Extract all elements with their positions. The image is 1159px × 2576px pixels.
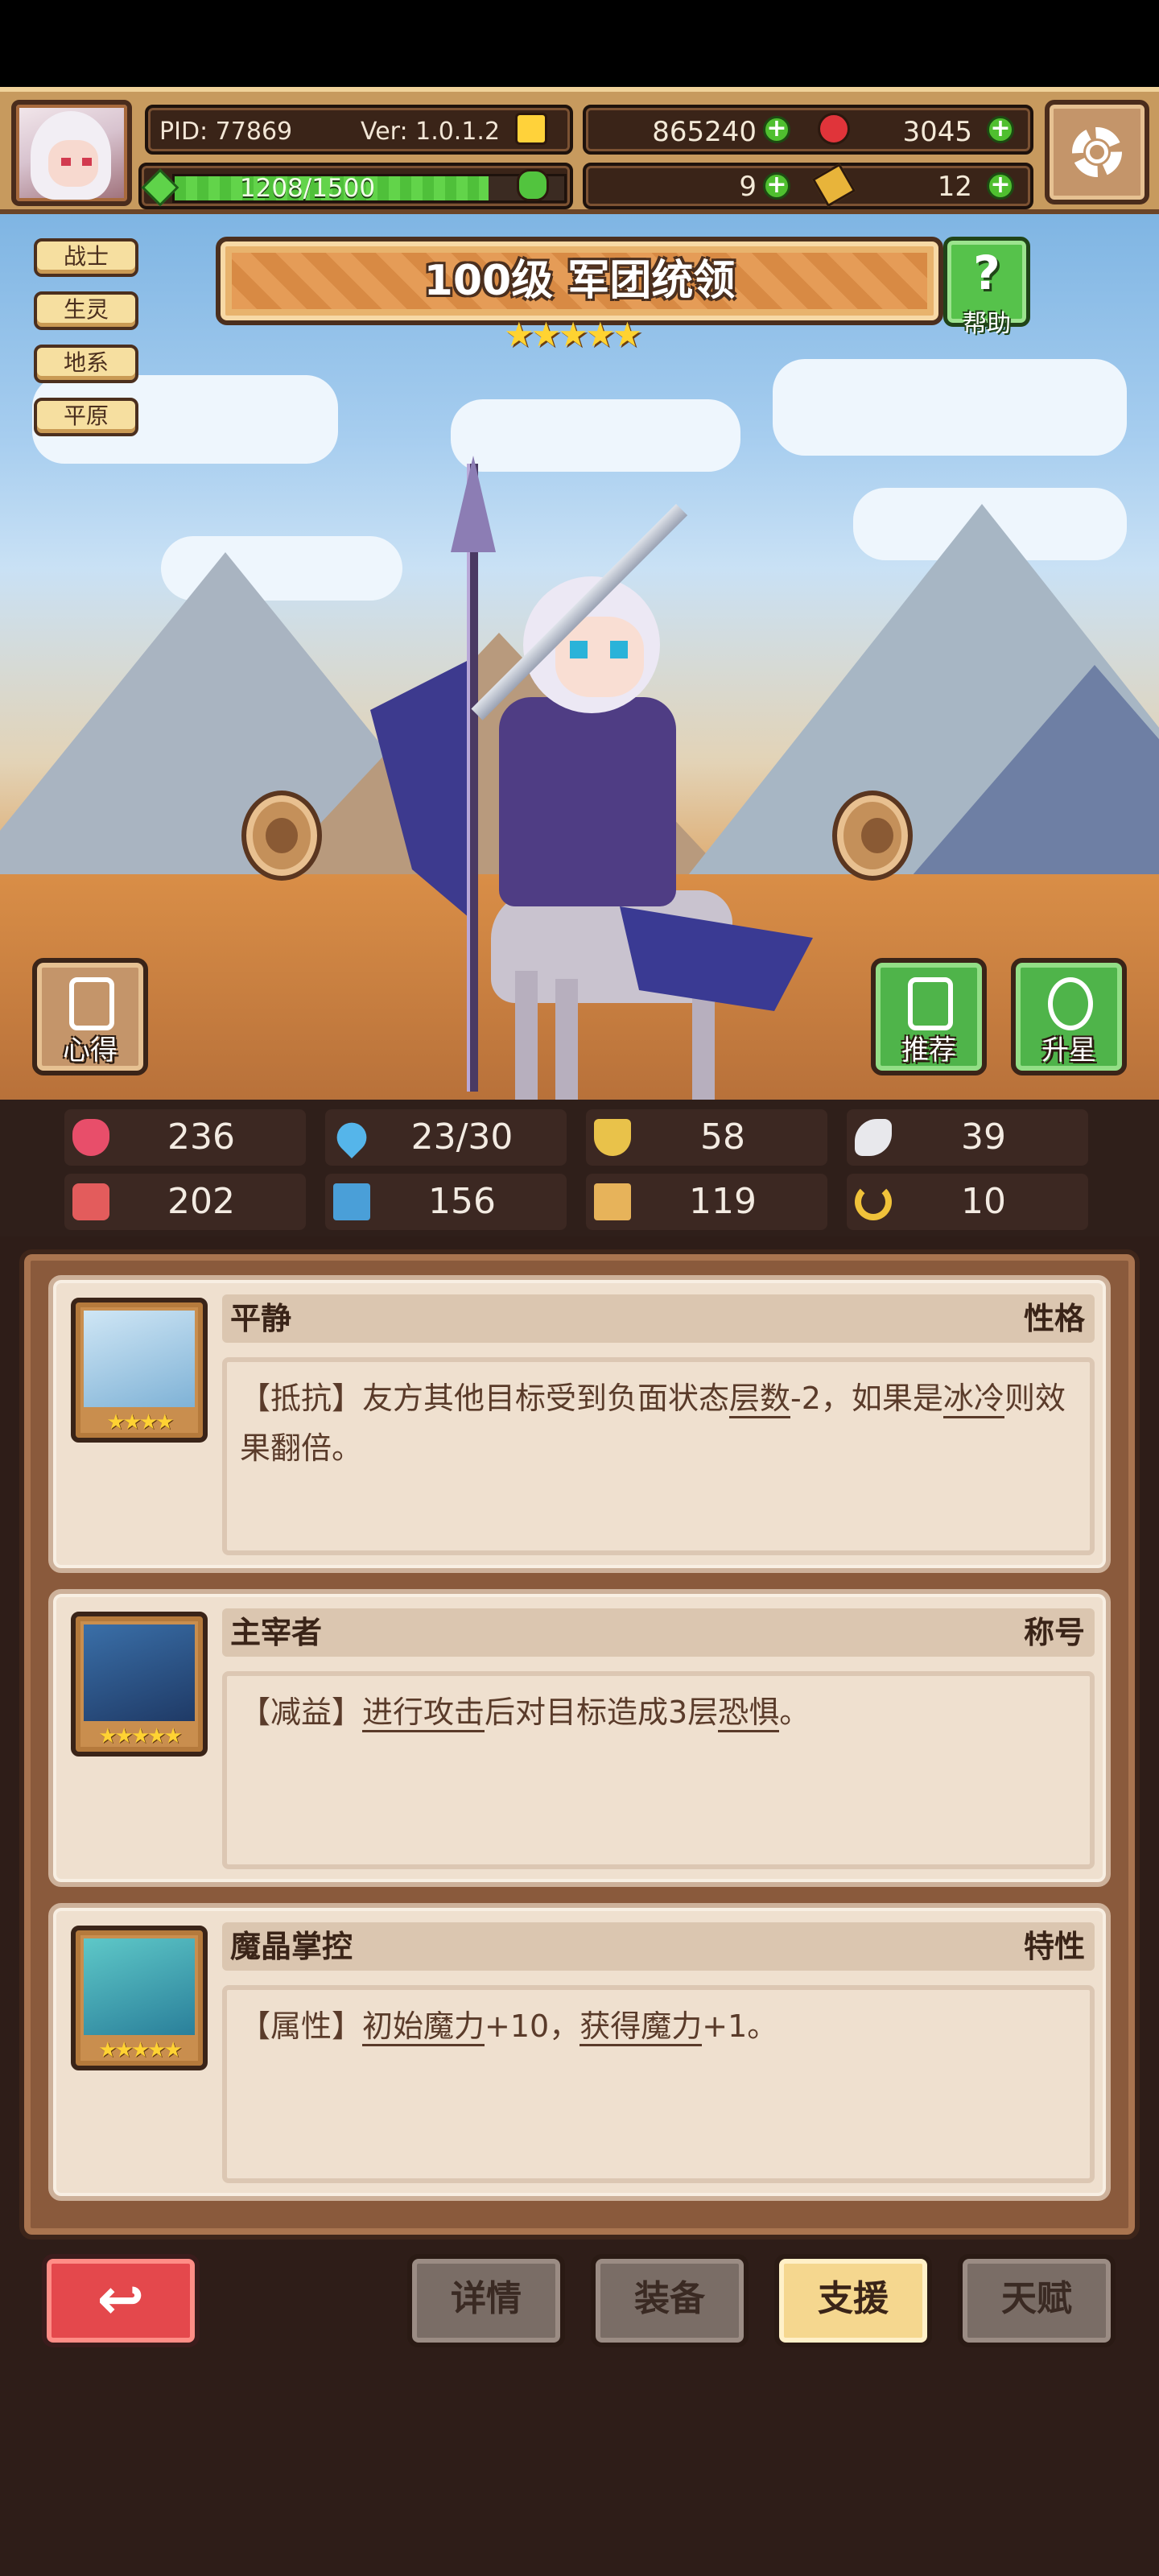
- hero-character-art: [354, 456, 853, 1100]
- player-id: PID: 77869: [159, 118, 293, 146]
- stat-luck: 10: [847, 1174, 1088, 1230]
- insight-button[interactable]: 心得: [32, 958, 148, 1075]
- keyword-link[interactable]: 进行攻击: [362, 1695, 485, 1732]
- key-icon: [811, 163, 856, 208]
- recommend-button[interactable]: 推荐: [871, 958, 987, 1075]
- trait-portrait: ★★★★: [71, 1298, 208, 1443]
- tab-details[interactable]: 详情: [407, 2254, 565, 2347]
- keyword-link[interactable]: 初始魔力: [362, 2008, 485, 2046]
- hero-scene: 战士 生灵 地系 平原 100级 军团统领 ★★★★★ ? 帮助 心得 推荐 升…: [0, 214, 1159, 1100]
- trait-description: 【属性】初始魔力+10，获得魔力+1。: [222, 1985, 1095, 2183]
- tab-equipment[interactable]: 装备: [591, 2254, 749, 2347]
- keyword-link[interactable]: 冰冷: [942, 1381, 1004, 1418]
- horseshoe-icon: [855, 1183, 892, 1220]
- keyword-link[interactable]: 层数: [729, 1381, 791, 1418]
- trait-name: 平静: [230, 1301, 292, 1336]
- add-clover-button[interactable]: +: [763, 172, 790, 200]
- add-key-button[interactable]: +: [987, 172, 1014, 200]
- clover-icon: [517, 169, 549, 201]
- help-icon: ?: [973, 246, 1000, 300]
- next-hero-button[interactable]: [832, 791, 913, 881]
- trait-card-title: ★★★★★ 主宰者 称号 【减益】进行攻击后对目标造成3层恐惧。: [48, 1589, 1111, 1887]
- tag-creature[interactable]: 生灵: [34, 291, 138, 330]
- trait-description: 【减益】进行攻击后对目标造成3层恐惧。: [222, 1671, 1095, 1869]
- fist-icon: [72, 1183, 109, 1220]
- trait-card-personality: ★★★★ 平静 性格 【抵抗】友方其他目标受到负面状态层数-2，如果是冰冷则效果…: [48, 1275, 1111, 1573]
- upgrade-star-button[interactable]: 升星: [1011, 958, 1127, 1075]
- stat-mana: 23/30: [325, 1109, 567, 1166]
- trait-portrait: ★★★★★: [71, 1612, 208, 1757]
- red-gem-icon: [818, 113, 850, 145]
- help-button[interactable]: ? 帮助: [943, 237, 1030, 338]
- hero-star-rating: ★★★★★: [504, 315, 642, 354]
- scroll-icon: [69, 977, 114, 1030]
- stat-hp: 236: [64, 1109, 306, 1166]
- boot-icon: [594, 1183, 631, 1220]
- clover-amount: 9: [739, 171, 757, 203]
- stat-magic: 156: [325, 1174, 567, 1230]
- keyword-link[interactable]: 恐惧: [718, 1695, 780, 1732]
- shield-icon: [594, 1119, 631, 1156]
- help-label: 帮助: [963, 310, 1011, 338]
- player-info-panel: PID: 77869 Ver: 1.0.1.2: [145, 105, 573, 155]
- currency-panel-top: 865240 + 3045 +: [515, 105, 1033, 155]
- heart-icon: [72, 1119, 109, 1156]
- stats-bar: 236 23/30 58 39 202 156 119 10: [0, 1100, 1159, 1236]
- trait-name: 主宰者: [230, 1615, 323, 1650]
- stat-defense: 58: [586, 1109, 827, 1166]
- status-bar-area: [0, 0, 1159, 87]
- energy-bar: 1208/1500: [172, 174, 567, 203]
- energy-value: 1208/1500: [239, 174, 376, 203]
- gold-coin-icon: [515, 113, 547, 145]
- tab-talent[interactable]: 天赋: [958, 2254, 1116, 2347]
- gem-amount: 3045: [902, 116, 972, 148]
- trait-description: 【抵抗】友方其他目标受到负面状态层数-2，如果是冰冷则效果翻倍。: [222, 1357, 1095, 1555]
- currency-panel-bottom: 9 + 12 +: [517, 163, 1033, 209]
- back-button[interactable]: ↩: [42, 2254, 200, 2347]
- thumbs-up-icon: [908, 977, 953, 1030]
- tag-warrior[interactable]: 战士: [34, 238, 138, 277]
- version-label: Ver: 1.0.1.2: [361, 118, 501, 146]
- star-icon: [1048, 977, 1093, 1030]
- book-icon: [333, 1183, 370, 1220]
- tag-plains[interactable]: 平原: [34, 398, 138, 436]
- key-amount: 12: [937, 171, 972, 203]
- trait-name: 魔晶掌控: [230, 1929, 353, 1964]
- add-gem-button[interactable]: +: [987, 116, 1014, 143]
- hero-title: 100级 军团统领: [423, 257, 736, 305]
- water-drop-icon: [330, 1116, 373, 1159]
- settings-button[interactable]: [1045, 100, 1149, 204]
- stat-attack: 202: [64, 1174, 306, 1230]
- previous-hero-button[interactable]: [241, 791, 322, 881]
- trait-portrait: ★★★★★: [71, 1926, 208, 2070]
- add-gold-button[interactable]: +: [763, 116, 790, 143]
- wing-icon: [855, 1119, 892, 1156]
- top-header: PID: 77869 Ver: 1.0.1.2 1208/1500 865240…: [0, 87, 1159, 214]
- trait-type: 称号: [1023, 1615, 1085, 1650]
- hero-title-banner: 100级 军团统领: [216, 237, 943, 325]
- back-arrow-icon: ↩: [97, 2266, 145, 2332]
- trait-type: 特性: [1023, 1929, 1085, 1964]
- stat-agility: 119: [586, 1174, 827, 1230]
- tag-earth[interactable]: 地系: [34, 345, 138, 383]
- energy-panel: 1208/1500: [138, 163, 573, 209]
- trait-type: 性格: [1023, 1301, 1085, 1336]
- traits-panel: ★★★★ 平静 性格 【抵抗】友方其他目标受到负面状态层数-2，如果是冰冷则效果…: [19, 1249, 1140, 2240]
- stat-speed: 39: [847, 1109, 1088, 1166]
- gold-amount: 865240: [652, 116, 757, 148]
- player-avatar[interactable]: [11, 100, 132, 206]
- trait-card-feature: ★★★★★ 魔晶掌控 特性 【属性】初始魔力+10，获得魔力+1。: [48, 1903, 1111, 2201]
- keyword-link[interactable]: 获得魔力: [580, 2008, 703, 2046]
- tab-support[interactable]: 支援: [774, 2254, 932, 2347]
